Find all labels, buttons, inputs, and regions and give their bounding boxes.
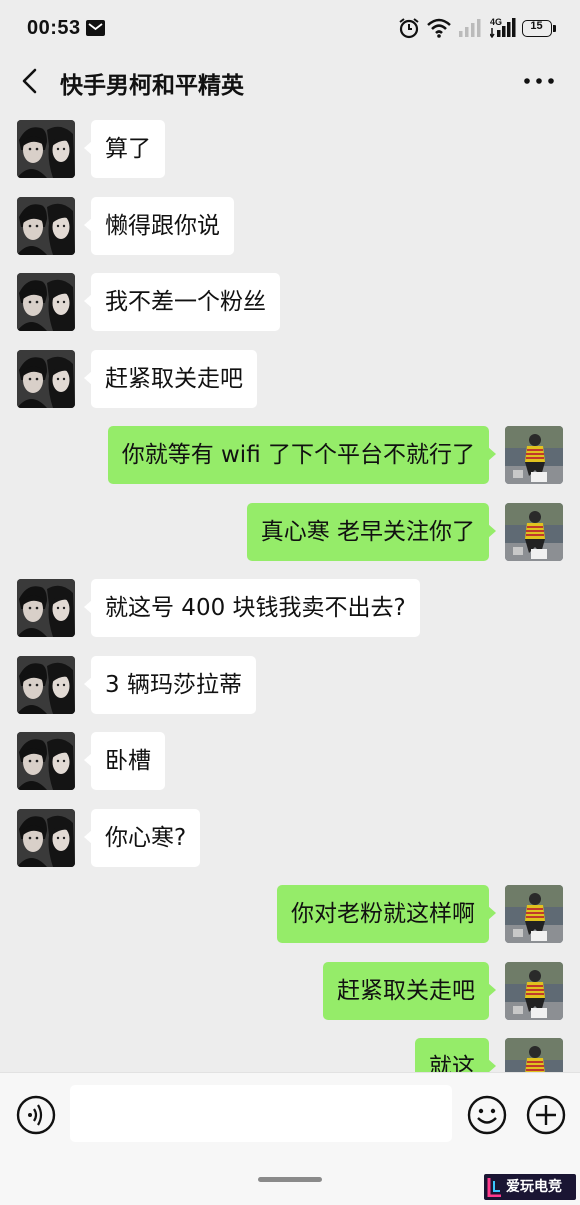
status-bar: 00:53 4G 15	[0, 0, 580, 58]
home-indicator[interactable]	[258, 1177, 322, 1182]
chat-title: 快手男柯和平精英	[60, 73, 244, 99]
sent-message-bubble[interactable]: 真心寒 老早关注你了	[246, 502, 497, 561]
watermark-emblem-icon	[487, 1178, 501, 1197]
received-message-bubble[interactable]: 算了	[84, 120, 165, 178]
received-message-bubble[interactable]: 我不差一个粉丝	[84, 273, 280, 331]
message-row: 卧槽	[0, 718, 580, 804]
received-message-bubble[interactable]: 3 辆玛莎拉蒂	[84, 655, 256, 714]
received-message-bubble[interactable]: 懒得跟你说	[84, 196, 234, 255]
message-row: 我不差一个粉丝	[0, 259, 580, 345]
emoji-icon[interactable]	[467, 1095, 507, 1135]
my-avatar[interactable]	[505, 426, 563, 484]
input-bar: 爱玩电竞	[0, 1072, 580, 1205]
contact-avatar[interactable]	[17, 732, 75, 790]
chat-header: 快手男柯和平精英	[0, 58, 580, 106]
contact-avatar[interactable]	[17, 196, 75, 255]
sent-message-bubble[interactable]: 就这	[415, 1038, 496, 1072]
message-row: 懒得跟你说	[0, 183, 580, 269]
battery-tip-icon	[553, 25, 556, 32]
signal-sim1-icon	[459, 19, 481, 37]
contact-avatar[interactable]	[17, 349, 75, 408]
my-avatar[interactable]	[505, 885, 563, 943]
contact-avatar[interactable]	[17, 579, 75, 637]
message-list[interactable]: 算了 懒得跟你说 我不差一个粉丝 赶紧取关走吧 你就等有 wifi 了下个平台不就行了真…	[0, 106, 580, 1072]
plus-icon[interactable]	[526, 1095, 566, 1135]
wifi-icon	[427, 18, 451, 38]
sent-message-bubble[interactable]: 赶紧取关走吧	[323, 961, 496, 1020]
battery-level: 15	[530, 20, 543, 32]
sent-message-bubble[interactable]: 你对老粉就这样啊	[277, 885, 496, 943]
contact-avatar[interactable]	[17, 655, 75, 714]
message-row: 3 辆玛莎拉蒂	[0, 642, 580, 728]
watermark-logo: 爱玩电竞	[484, 1174, 576, 1200]
my-avatar[interactable]	[505, 502, 563, 561]
message-row: 就这	[0, 1024, 580, 1072]
received-message-bubble[interactable]: 赶紧取关走吧	[84, 349, 257, 408]
signal-sim2-icon	[490, 18, 516, 38]
voice-icon[interactable]	[16, 1095, 56, 1135]
battery-indicator: 15	[522, 20, 552, 37]
received-message-bubble[interactable]: 你心寒?	[83, 808, 201, 867]
contact-avatar[interactable]	[17, 808, 75, 867]
message-row: 就这号 400 块钱我卖不出去?	[0, 565, 580, 651]
status-time: 00:53	[27, 17, 81, 39]
message-row: 你对老粉就这样啊	[0, 871, 580, 957]
message-row: 你心寒?	[0, 795, 580, 881]
message-row: 赶紧取关走吧	[0, 336, 580, 422]
contact-avatar[interactable]	[17, 120, 75, 178]
notification-mail-icon	[86, 20, 105, 36]
message-row: 赶紧取关走吧	[0, 948, 580, 1034]
message-row: 真心寒 老早关注你了	[0, 489, 580, 575]
alarm-icon	[399, 18, 419, 39]
message-row: 你就等有 wifi 了下个平台不就行了	[0, 412, 580, 498]
sent-message-bubble[interactable]: 你就等有 wifi 了下个平台不就行了	[107, 426, 497, 484]
my-avatar[interactable]	[505, 961, 563, 1020]
contact-avatar[interactable]	[17, 273, 75, 331]
more-options-icon[interactable]	[522, 66, 556, 96]
my-avatar[interactable]	[505, 1038, 563, 1072]
watermark-text: 爱玩电竞	[506, 1179, 562, 1195]
received-message-bubble[interactable]: 卧槽	[84, 732, 165, 790]
message-input[interactable]	[70, 1085, 452, 1142]
message-row: 算了	[0, 106, 580, 192]
received-message-bubble[interactable]: 就这号 400 块钱我卖不出去?	[84, 579, 420, 637]
back-arrow-icon[interactable]	[16, 66, 46, 96]
